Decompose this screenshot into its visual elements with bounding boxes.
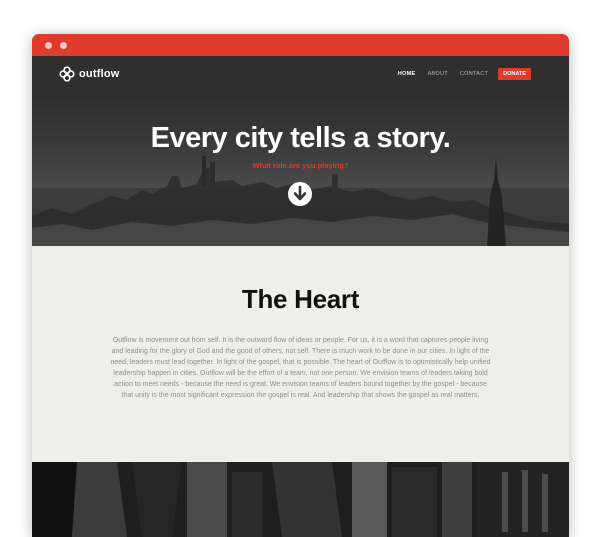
city-skyline-image (32, 156, 569, 246)
arrow-down-icon (293, 185, 307, 201)
window-titlebar (32, 34, 569, 56)
logo[interactable]: outflow (59, 66, 120, 82)
outflow-logo-icon (59, 66, 75, 82)
logo-text: outflow (79, 68, 120, 80)
section-title: The Heart (241, 284, 360, 314)
top-navigation: outflow HOME ABOUT CONTACT DONATE (32, 56, 569, 96)
hero-title: Every city tells a story. (150, 122, 451, 154)
nav-item-home[interactable]: HOME (398, 71, 416, 77)
heart-section: The Heart Outflow is movement out from s… (32, 246, 569, 462)
nav-menu: HOME ABOUT CONTACT DONATE (386, 68, 531, 80)
window-dot-icon[interactable] (45, 42, 52, 49)
nav-item-contact[interactable]: CONTACT (460, 71, 488, 77)
hero-banner: Every city tells a story. What role are … (32, 96, 569, 246)
hero-subtitle[interactable]: What role are you playing? (32, 161, 569, 170)
scroll-down-button[interactable] (288, 182, 312, 206)
browser-window: outflow HOME ABOUT CONTACT DONATE Every … (32, 34, 569, 537)
section-body: Outflow is movement out from self. It is… (110, 337, 491, 399)
donate-button[interactable]: DONATE (498, 68, 531, 80)
nav-item-about[interactable]: ABOUT (427, 71, 447, 77)
street-photo-image (32, 462, 569, 537)
window-dot-icon[interactable] (60, 42, 67, 49)
